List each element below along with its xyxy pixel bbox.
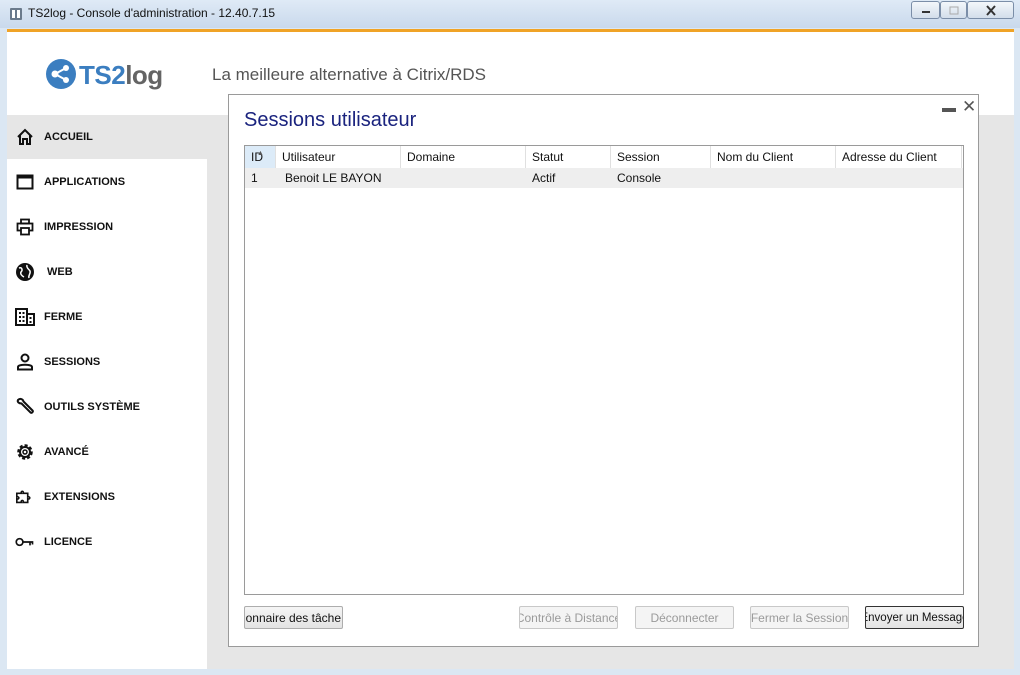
cell-session: Console [617, 171, 662, 185]
sidebar-item-label: OUTILS SYSTÈME [44, 401, 140, 413]
close-button[interactable] [967, 1, 1014, 19]
sidebar-item-applications[interactable]: APPLICATIONS [7, 160, 207, 204]
cell-id: 1 [251, 171, 258, 185]
sidebar-item-label: ACCUEIL [44, 131, 93, 143]
cell-adresse-client [836, 168, 962, 188]
column-header-adresse-client[interactable]: Adresse du Client [836, 146, 962, 168]
sidebar-item-accueil[interactable]: ACCUEIL [7, 115, 207, 159]
home-icon [15, 127, 35, 147]
window-titlebar: TS2log - Console d'administration - 12.4… [0, 0, 1020, 28]
dialog-minimize-icon[interactable] [942, 108, 956, 112]
column-header-id[interactable]: ▲ ID [245, 146, 276, 168]
disconnect-button[interactable]: Déconnecter [635, 606, 734, 629]
send-message-button[interactable]: Envoyer un Message [865, 606, 964, 629]
sidebar-item-avance[interactable]: AVANCÉ [7, 430, 207, 474]
wrench-icon [15, 397, 35, 417]
window-icon [15, 172, 35, 192]
task-manager-button[interactable]: stionnaire des tâche [244, 606, 343, 629]
minimize-button[interactable] [911, 1, 940, 19]
sidebar-item-licence[interactable]: LICENCE [7, 520, 207, 564]
remote-control-button[interactable]: Contrôle à Distance [519, 606, 618, 629]
column-header-nom-client[interactable]: Nom du Client [711, 146, 836, 168]
minimize-icon [921, 11, 930, 13]
column-header-domaine[interactable]: Domaine [401, 146, 526, 168]
maximize-button[interactable] [940, 1, 967, 19]
sidebar-item-label: APPLICATIONS [44, 176, 126, 188]
column-header-statut[interactable]: Statut [526, 146, 611, 168]
sidebar-item-label: WEB [47, 266, 73, 278]
gear-icon [15, 442, 35, 462]
sidebar-item-label: SESSIONS [44, 356, 101, 368]
sidebar-item-outils-systeme[interactable]: OUTILS SYSTÈME [7, 385, 207, 429]
sidebar-item-label: AVANCÉ [44, 446, 89, 458]
sidebar-item-web[interactable]: WEB [7, 250, 207, 294]
app-icon [10, 8, 22, 20]
sidebar-item-label: FERME [44, 311, 83, 323]
dialog-title: Sessions utilisateur [244, 109, 417, 131]
sidebar-item-ferme[interactable]: FERME [7, 295, 207, 339]
sessions-table: ▲ ID Utilisateur Domaine Statut Session … [244, 145, 964, 595]
sort-ascending-icon: ▲ [257, 150, 264, 157]
puzzle-icon [15, 487, 35, 507]
dialog-close-icon[interactable]: ✕ [962, 98, 976, 116]
sidebar: ACCUEIL APPLICATIONS IMPRESSION WEB FERM… [7, 115, 207, 669]
key-icon [15, 532, 35, 552]
cell-utilisateur: Benoit LE BAYON [285, 171, 382, 185]
close-icon [985, 4, 996, 16]
sidebar-item-label: EXTENSIONS [44, 491, 115, 503]
building-icon [15, 307, 35, 327]
table-header: ▲ ID Utilisateur Domaine Statut Session … [245, 146, 963, 169]
maximize-icon [949, 6, 958, 14]
tagline: La meilleure alternative à Citrix/RDS [212, 65, 486, 84]
cell-statut: Actif [532, 171, 556, 185]
logo-icon [46, 59, 76, 89]
cell-nom-client [711, 168, 836, 188]
sessions-dialog: Sessions utilisateur ✕ ▲ ID Utilisateur … [228, 94, 979, 647]
cell-domaine [401, 168, 526, 188]
printer-icon [15, 217, 35, 237]
user-icon [15, 352, 35, 372]
close-session-button[interactable]: Fermer la Session [750, 606, 849, 629]
logo-text: TS2log [79, 60, 163, 90]
sidebar-item-extensions[interactable]: EXTENSIONS [7, 475, 207, 519]
sidebar-item-impression[interactable]: IMPRESSION [7, 205, 207, 249]
sidebar-item-label: IMPRESSION [44, 221, 114, 233]
column-header-session[interactable]: Session [611, 146, 711, 168]
client-area: TS2log La meilleure alternative à Citrix… [7, 29, 1014, 669]
table-row[interactable]: 1 Benoit LE BAYON Actif Console [245, 168, 963, 188]
sidebar-item-label: LICENCE [44, 536, 93, 548]
window-title: TS2log - Console d'administration - 12.4… [28, 6, 276, 20]
column-header-utilisateur[interactable]: Utilisateur [276, 146, 401, 168]
globe-icon [15, 262, 35, 282]
sidebar-item-sessions[interactable]: SESSIONS [7, 340, 207, 384]
